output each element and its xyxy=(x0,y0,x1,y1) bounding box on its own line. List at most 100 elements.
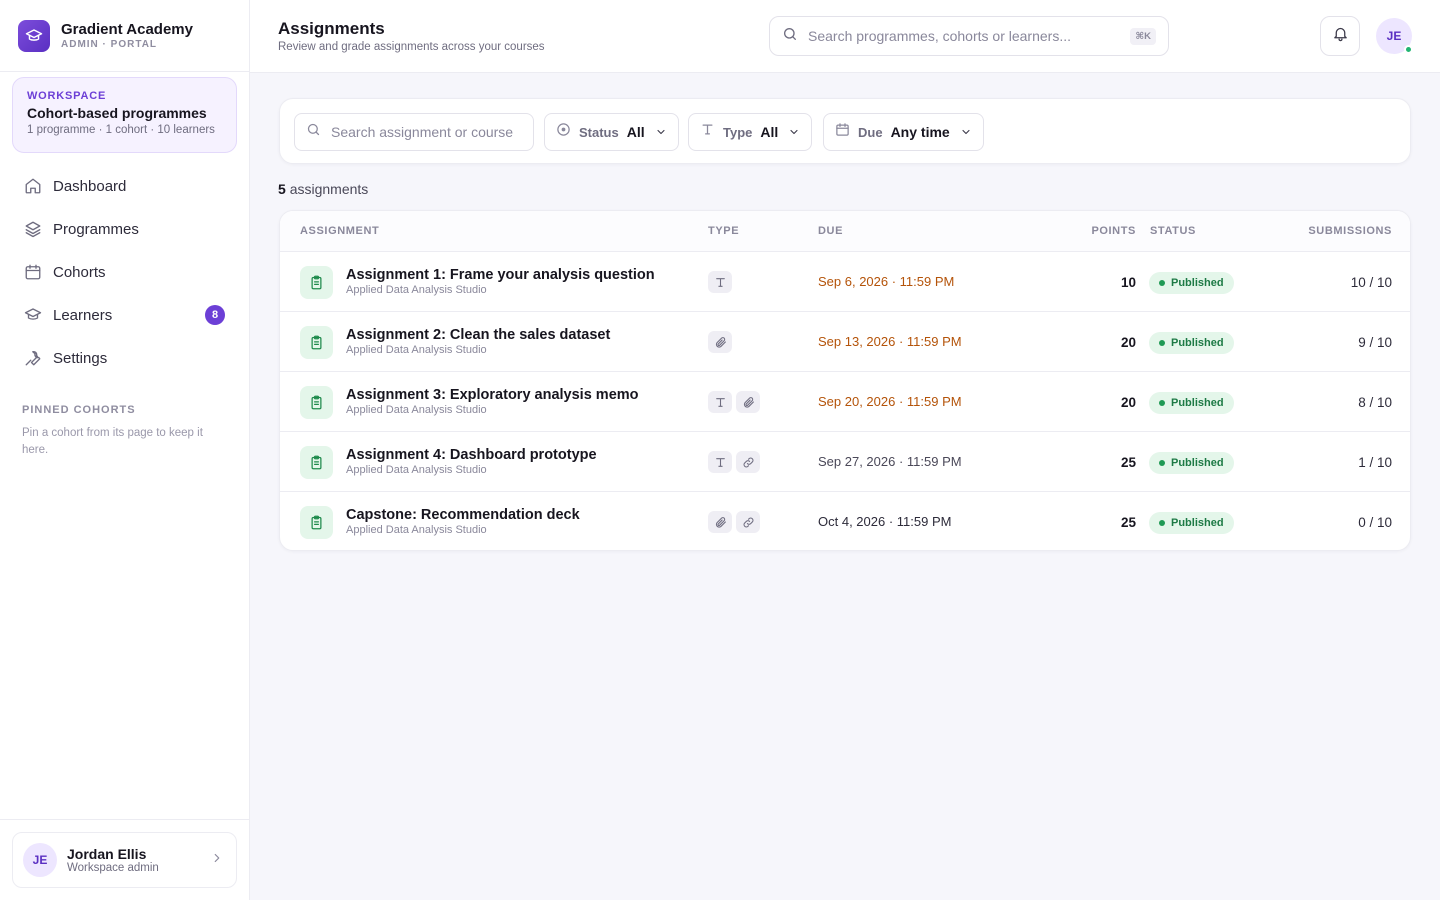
status-badge: Published xyxy=(1149,512,1234,534)
points-value: 10 xyxy=(1120,275,1136,290)
column-header-type[interactable]: TYPE xyxy=(708,225,739,237)
workspace-meta: 1 programme · 1 cohort · 10 learners xyxy=(27,124,215,136)
brand-name: Gradient Academy xyxy=(61,20,193,38)
results-count-number: 5 xyxy=(278,181,286,197)
user-menu[interactable]: JE Jordan Ellis Workspace admin xyxy=(12,832,237,888)
table-header: ASSIGNMENT TYPE DUE POINTS STATUS SUBMIS… xyxy=(280,211,1410,252)
bell-icon xyxy=(1332,25,1349,47)
assignments-table: ASSIGNMENT TYPE DUE POINTS STATUS SUBMIS… xyxy=(279,210,1411,551)
status-circle-icon xyxy=(556,122,571,142)
table-row[interactable]: Capstone: Recommendation deck Applied Da… xyxy=(280,492,1410,550)
status-filter-dropdown[interactable]: Status All xyxy=(544,113,679,151)
table-row[interactable]: Assignment 1: Frame your analysis questi… xyxy=(280,252,1410,312)
sidebar-item-programmes[interactable]: Programmes xyxy=(12,209,237,249)
assignment-course: Applied Data Analysis Studio xyxy=(346,284,487,296)
sidebar-item-dashboard[interactable]: Dashboard xyxy=(12,166,237,206)
assignment-title[interactable]: Assignment 4: Dashboard prototype xyxy=(346,447,597,463)
status-label: Published xyxy=(1171,517,1224,529)
submissions-count: 9 / 10 xyxy=(1358,335,1392,350)
due-date: Sep 27, 2026 · 11:59 PM xyxy=(818,454,962,469)
column-header-points[interactable]: POINTS xyxy=(1050,225,1136,237)
column-header-submissions[interactable]: SUBMISSIONS xyxy=(1270,225,1392,237)
submissions-count: 0 / 10 xyxy=(1358,515,1392,530)
filter-bar: Status All Type All Due Any time xyxy=(279,98,1411,164)
clipboard-icon xyxy=(300,326,333,359)
status-dot xyxy=(1159,280,1165,286)
type-filter-label: Type xyxy=(723,124,753,140)
brand[interactable]: Gradient Academy ADMIN · PORTAL xyxy=(0,0,249,72)
column-header-due[interactable]: DUE xyxy=(818,225,843,237)
status-dot xyxy=(1159,340,1165,346)
calendar-icon xyxy=(835,122,850,142)
wrench-icon xyxy=(23,348,43,368)
assignment-title[interactable]: Capstone: Recommendation deck xyxy=(346,507,580,523)
due-filter-dropdown[interactable]: Due Any time xyxy=(823,113,984,151)
submissions-count: 10 / 10 xyxy=(1350,275,1392,290)
sidebar-item-label: Dashboard xyxy=(53,177,127,195)
submission-types xyxy=(708,331,736,353)
sidebar-item-settings[interactable]: Settings xyxy=(12,338,237,378)
submission-types xyxy=(708,271,736,293)
workspace-card[interactable]: WORKSPACE Cohort-based programmes 1 prog… xyxy=(12,77,237,153)
due-date: Sep 20, 2026 · 11:59 PM xyxy=(818,394,962,409)
page-title: Assignments xyxy=(278,19,385,38)
calendar-icon xyxy=(23,262,43,282)
status-badge: Published xyxy=(1149,452,1234,474)
sidebar-item-cohorts[interactable]: Cohorts xyxy=(12,252,237,292)
assignment-title[interactable]: Assignment 2: Clean the sales dataset xyxy=(346,327,610,343)
notifications-button[interactable] xyxy=(1320,16,1360,56)
account-avatar-button[interactable]: JE xyxy=(1376,18,1413,54)
sidebar-item-label: Learners xyxy=(53,306,113,324)
due-filter-label: Due xyxy=(858,124,883,140)
table-row[interactable]: Assignment 2: Clean the sales dataset Ap… xyxy=(280,312,1410,372)
status-label: Published xyxy=(1171,397,1224,409)
status-badge: Published xyxy=(1149,332,1234,354)
status-badge: Published xyxy=(1149,272,1234,294)
assignment-course: Applied Data Analysis Studio xyxy=(346,524,487,536)
assignment-search-input[interactable] xyxy=(331,124,521,140)
status-label: Published xyxy=(1171,457,1224,469)
type-filter-dropdown[interactable]: Type All xyxy=(688,113,813,151)
clipboard-icon xyxy=(300,386,333,419)
workspace-title: Cohort-based programmes xyxy=(27,105,207,121)
divider xyxy=(0,819,250,820)
clipboard-icon xyxy=(300,266,333,299)
sidebar-item-learners[interactable]: Learners 8 xyxy=(12,295,237,335)
assignment-course: Applied Data Analysis Studio xyxy=(346,464,487,476)
text-type-icon xyxy=(700,122,715,142)
status-filter-value: All xyxy=(626,124,645,140)
avatar-initials: JE xyxy=(1386,29,1402,43)
points-value: 20 xyxy=(1120,335,1136,350)
results-count: 5 assignments xyxy=(278,181,368,197)
assignment-search[interactable] xyxy=(294,113,534,151)
status-badge: Published xyxy=(1149,392,1234,414)
table-row[interactable]: Assignment 3: Exploratory analysis memo … xyxy=(280,372,1410,432)
text-type-icon xyxy=(708,451,732,473)
points-value: 20 xyxy=(1120,395,1136,410)
status-filter-label: Status xyxy=(579,124,619,140)
layers-icon xyxy=(23,219,43,239)
user-role: Workspace admin xyxy=(67,862,159,874)
chevron-down-icon xyxy=(960,126,972,138)
assignment-title[interactable]: Assignment 1: Frame your analysis questi… xyxy=(346,267,655,283)
table-row[interactable]: Assignment 4: Dashboard prototype Applie… xyxy=(280,432,1410,492)
global-search[interactable]: ⌘K xyxy=(769,16,1169,56)
global-search-input[interactable] xyxy=(808,28,1131,44)
pinned-cohorts-title: PINNED COHORTS xyxy=(22,404,136,416)
status-label: Published xyxy=(1171,337,1224,349)
due-date: Oct 4, 2026 · 11:59 PM xyxy=(818,514,952,529)
link-icon xyxy=(736,451,760,473)
search-shortcut-hint: ⌘K xyxy=(1130,27,1156,45)
assignment-course: Applied Data Analysis Studio xyxy=(346,404,487,416)
assignment-course: Applied Data Analysis Studio xyxy=(346,344,487,356)
status-label: Published xyxy=(1171,277,1224,289)
top-header: Assignments Review and grade assignments… xyxy=(250,0,1440,73)
page-subtitle: Review and grade assignments across your… xyxy=(278,41,545,53)
search-icon xyxy=(306,122,321,142)
assignment-title[interactable]: Assignment 3: Exploratory analysis memo xyxy=(346,387,639,403)
due-date: Sep 13, 2026 · 11:59 PM xyxy=(818,334,962,349)
search-icon xyxy=(782,26,798,47)
due-filter-value: Any time xyxy=(890,124,950,140)
column-header-status[interactable]: STATUS xyxy=(1150,225,1196,237)
column-header-assignment[interactable]: ASSIGNMENT xyxy=(300,225,379,237)
